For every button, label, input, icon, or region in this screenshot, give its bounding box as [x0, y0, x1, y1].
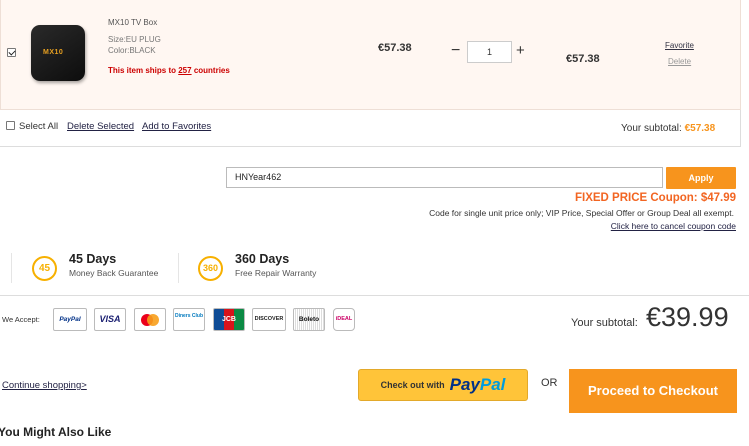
- quantity-plus-button[interactable]: +: [516, 43, 525, 58]
- visa-card-icon: VISA: [94, 308, 126, 331]
- divider: [11, 253, 12, 283]
- ideal-card-icon: iDEAL: [333, 308, 355, 331]
- select-all-checkbox[interactable]: [6, 121, 15, 130]
- cancel-coupon-link[interactable]: Click here to cancel coupon code: [611, 221, 736, 231]
- continue-shopping-link[interactable]: Continue shopping>: [2, 380, 87, 391]
- item-checkbox[interactable]: [7, 48, 16, 57]
- cart-subtotal-value: €57.38: [684, 123, 716, 134]
- divider: [740, 110, 741, 147]
- divider: [178, 253, 179, 283]
- discover-card-icon: DISCOVER: [252, 308, 286, 331]
- paypal-card-icon: PayPal: [53, 308, 87, 331]
- product-size: Size:EU PLUG: [108, 35, 161, 44]
- order-subtotal-label: Your subtotal:: [571, 317, 638, 329]
- paypal-logo-pal: Pal: [479, 375, 506, 395]
- boleto-card-icon: Boleto: [293, 308, 325, 331]
- favorite-link[interactable]: Favorite: [665, 41, 694, 50]
- ships-count-link[interactable]: 257: [178, 66, 191, 75]
- coupon-input[interactable]: HNYear462: [226, 167, 663, 188]
- or-separator: OR: [541, 377, 558, 389]
- product-image-logo: MX10: [43, 49, 64, 56]
- shipping-info: This item ships to 257 countries: [108, 66, 230, 75]
- cart-item: MX10 MX10 TV Box Size:EU PLUG Color:BLAC…: [0, 0, 741, 110]
- paypal-logo-pay: Pay: [449, 375, 480, 395]
- quantity-minus-button[interactable]: −: [451, 43, 460, 59]
- we-accept-label: We Accept:: [2, 315, 40, 324]
- paypal-logo: PayPal: [450, 375, 506, 394]
- coupon-note: Code for single unit price only; VIP Pri…: [429, 208, 734, 218]
- divider: [0, 295, 749, 296]
- paypal-checkout-label: Check out with: [380, 380, 445, 391]
- divider: [0, 146, 741, 147]
- mastercard-card-icon: [134, 308, 166, 331]
- proceed-to-checkout-button[interactable]: Proceed to Checkout: [569, 369, 737, 413]
- coupon-status: FIXED PRICE Coupon: $47.99: [574, 192, 736, 204]
- repair-warranty-icon: 360: [198, 256, 223, 281]
- ships-suffix: countries: [191, 66, 230, 75]
- delete-selected-link[interactable]: Delete Selected: [67, 121, 134, 132]
- paypal-checkout-button[interactable]: Check out with PayPal: [358, 369, 528, 401]
- delete-link[interactable]: Delete: [668, 57, 691, 66]
- money-back-subtitle: Money Back Guarantee: [69, 268, 159, 278]
- apply-coupon-button[interactable]: Apply: [666, 167, 736, 189]
- cart-subtotal-label: Your subtotal:: [621, 123, 685, 134]
- order-subtotal-value: €39.99: [646, 302, 729, 332]
- unit-price: €57.38: [378, 42, 412, 54]
- repair-warranty-subtitle: Free Repair Warranty: [235, 268, 317, 278]
- money-back-icon: 45: [32, 256, 57, 281]
- cart-subtotal: Your subtotal: €57.38: [621, 123, 715, 134]
- diners-club-card-icon: Diners Club: [173, 308, 205, 331]
- jcb-card-icon: JCB: [213, 308, 245, 331]
- add-to-favorites-link[interactable]: Add to Favorites: [142, 121, 211, 132]
- line-total: €57.38: [566, 53, 600, 65]
- product-name[interactable]: MX10 TV Box: [108, 18, 157, 27]
- product-color: Color:BLACK: [108, 46, 156, 55]
- quantity-input[interactable]: 1: [467, 41, 512, 63]
- repair-warranty-title: 360 Days: [235, 252, 290, 266]
- money-back-title: 45 Days: [69, 252, 117, 266]
- ships-prefix: This item ships to: [108, 66, 179, 75]
- product-image[interactable]: MX10: [31, 25, 85, 81]
- recommendations-title: You Might Also Like: [0, 425, 112, 439]
- mastercard-logo: [141, 314, 159, 326]
- select-all-label[interactable]: Select All: [19, 121, 58, 132]
